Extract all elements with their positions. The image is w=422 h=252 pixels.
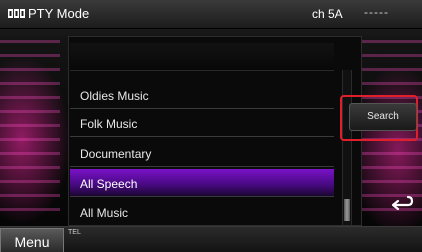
pty-item-label: All Music (80, 206, 129, 220)
pty-item-folk-music[interactable]: Folk Music (70, 109, 334, 137)
list-item-empty (70, 43, 334, 71)
pty-item-label: Folk Music (80, 117, 138, 131)
pty-item-oldies-music[interactable]: Oldies Music (70, 81, 334, 109)
service-status-placeholder: ----- (364, 5, 389, 19)
dab-logo-icon (8, 9, 25, 18)
tel-label: TEL (68, 229, 81, 236)
scrollbar-thumb[interactable] (344, 199, 350, 221)
menu-button[interactable]: Menu (0, 228, 64, 252)
pty-mode-screen: PTY Mode ch 5A ----- Oldies Music Folk M… (0, 0, 422, 252)
left-glow-decoration (0, 40, 60, 220)
pty-item-label: Documentary (80, 147, 152, 161)
pty-item-all-speech[interactable]: All Speech (70, 169, 334, 197)
channel-label: ch 5A (312, 7, 343, 21)
pty-item-label: Oldies Music (80, 89, 149, 103)
pty-item-label: All Speech (80, 177, 138, 191)
page-title: PTY Mode (28, 6, 90, 21)
list-scrollbar[interactable] (342, 70, 352, 225)
pty-item-documentary[interactable]: Documentary (70, 139, 334, 167)
title-bar: PTY Mode ch 5A ----- (0, 0, 422, 29)
search-button[interactable]: Search (349, 103, 417, 131)
pty-item-all-music[interactable]: All Music (70, 198, 334, 226)
return-arrow-icon[interactable] (388, 193, 414, 211)
